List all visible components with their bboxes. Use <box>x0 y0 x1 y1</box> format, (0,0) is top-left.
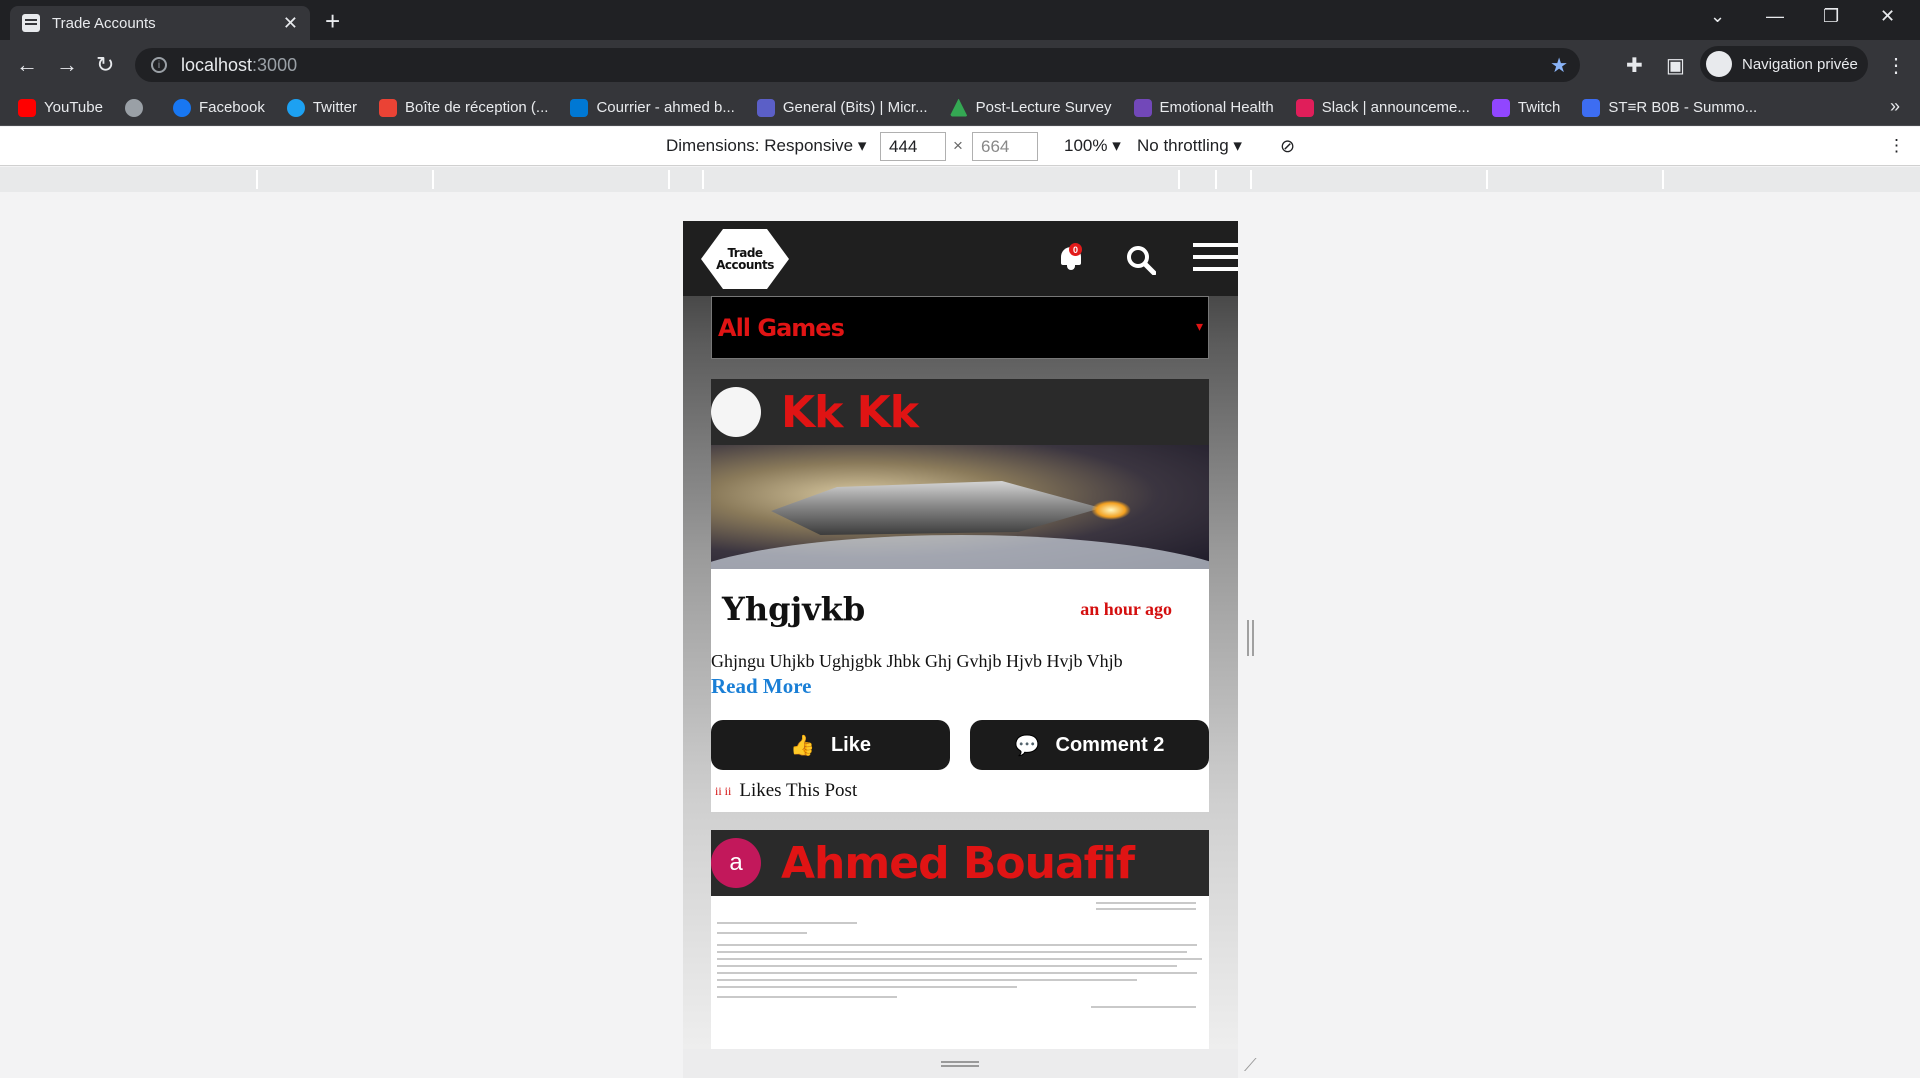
comment-bubble-icon: 💬 <box>1014 734 1040 757</box>
post-author[interactable]: Ahmed Bouafif <box>781 838 1135 889</box>
site-info-icon[interactable]: i <box>151 57 167 73</box>
post-header: Kk Kk <box>711 379 1209 445</box>
side-panel-icon[interactable]: ▣ <box>1666 53 1685 78</box>
times-separator: × <box>953 136 963 155</box>
zoom-dropdown[interactable]: 100% ▾ <box>1064 136 1121 156</box>
incognito-profile-button[interactable]: Navigation privée <box>1700 46 1868 82</box>
post-card: a Ahmed Bouafif <box>711 830 1209 1049</box>
post-image[interactable] <box>711 445 1209 569</box>
height-input[interactable]: 664 <box>972 132 1038 161</box>
browser-menu-icon[interactable]: ⋮ <box>1886 53 1906 78</box>
gmail-icon <box>379 98 398 117</box>
back-button[interactable]: ← <box>16 52 38 78</box>
rotate-icon[interactable]: ⊘ <box>1280 136 1295 157</box>
browser-toolbar: ← → ↻ i localhost:3000 ★ ✚ ▣ Navigation … <box>0 40 1920 90</box>
incognito-icon <box>1706 51 1732 77</box>
game-filter-select[interactable]: All Games ▾ <box>711 296 1209 359</box>
bookmark-teams[interactable]: General (Bits) | Micr... <box>756 98 928 117</box>
forms-icon <box>1133 98 1152 117</box>
url-host: localhost <box>181 54 253 75</box>
bookmark-sterbob[interactable]: ST≡R B0B - Summo... <box>1582 98 1757 117</box>
youtube-icon <box>18 98 36 117</box>
bookmark-twitch[interactable]: Twitch <box>1491 98 1560 117</box>
author-avatar[interactable] <box>711 387 761 437</box>
author-avatar[interactable]: a <box>711 838 761 888</box>
likers-names[interactable]: ii ii <box>715 784 731 799</box>
globe-icon <box>124 98 143 117</box>
profile-label: Navigation privée <box>1742 55 1858 73</box>
bookmark-star-icon[interactable]: ★ <box>1550 53 1568 78</box>
new-tab-button[interactable]: + <box>325 6 340 37</box>
bookmark-twitter[interactable]: Twitter <box>286 98 357 117</box>
throttling-dropdown[interactable]: No throttling ▾ <box>1137 136 1242 156</box>
bookmark-gmail[interactable]: Boîte de réception (... <box>379 98 548 117</box>
chevron-down-icon: ▾ <box>1195 319 1203 335</box>
minimize-button[interactable]: — <box>1766 6 1784 27</box>
more-bookmarks-icon[interactable]: » <box>1890 96 1900 117</box>
bookmark-drive[interactable]: Post-Lecture Survey <box>949 98 1112 117</box>
twitch-icon <box>1491 98 1510 117</box>
bookmark-slack[interactable]: Slack | announceme... <box>1295 98 1470 117</box>
post-timestamp: an hour ago <box>1080 598 1172 619</box>
tab-trade-accounts[interactable]: Trade Accounts ✕ <box>10 6 310 40</box>
post-card: Kk Kk Yhgjvkb an hour ago Ghjngu Uhjkb U… <box>711 379 1209 812</box>
slack-icon <box>1295 98 1314 117</box>
viewport-resize-handle-right[interactable] <box>1247 620 1254 656</box>
restore-button[interactable]: ❐ <box>1823 6 1839 27</box>
app-header: Trade Accounts 0 <box>683 221 1238 296</box>
post-image[interactable] <box>711 896 1209 1018</box>
browser-tab-strip: Trade Accounts ✕ + ⌄ — ❐ ✕ <box>0 0 1920 40</box>
trade-accounts-logo[interactable]: Trade Accounts <box>701 229 789 289</box>
comment-button[interactable]: 💬 Comment 2 <box>970 720 1209 770</box>
close-tab-icon[interactable]: ✕ <box>283 13 298 34</box>
post-title[interactable]: Yhgjvkb <box>722 590 1080 628</box>
reload-button[interactable]: ↻ <box>96 52 114 78</box>
address-bar[interactable]: i localhost:3000 ★ <box>135 48 1580 82</box>
channel-icon <box>1582 98 1601 117</box>
notification-count-badge: 0 <box>1069 243 1082 256</box>
google-drive-icon <box>949 98 968 117</box>
bookmarks-bar: YouTube Facebook Twitter Boîte de récept… <box>0 90 1920 126</box>
dimensions-dropdown[interactable]: Dimensions: Responsive ▾ <box>666 136 866 156</box>
viewport-resize-corner-icon[interactable]: ⟋ <box>1244 1055 1257 1076</box>
bookmark-facebook[interactable]: Facebook <box>172 98 265 117</box>
teams-icon <box>756 98 775 117</box>
close-window-button[interactable]: ✕ <box>1880 6 1895 27</box>
hamburger-menu-icon[interactable] <box>1193 243 1238 273</box>
device-toolbar-menu-icon[interactable]: ⋮ <box>1888 136 1905 156</box>
bookmark-globe[interactable] <box>124 98 151 117</box>
viewport-resize-handle-bottom[interactable] <box>683 1049 1238 1078</box>
width-input[interactable]: 444 <box>880 132 946 161</box>
outlook-icon <box>570 98 589 117</box>
post-header: a Ahmed Bouafif <box>711 830 1209 896</box>
url-port: :3000 <box>252 54 298 75</box>
spaceship-image <box>771 481 1101 535</box>
extensions-icon[interactable]: ✚ <box>1626 53 1643 78</box>
emulated-viewport: Trade Accounts 0 All Games ▾ Kk Kk Yhgjv… <box>683 221 1238 1049</box>
bookmark-youtube[interactable]: YouTube <box>18 98 103 117</box>
twitter-icon <box>286 98 305 117</box>
forward-button[interactable]: → <box>56 52 78 78</box>
thumbs-up-icon: 👍 <box>790 734 815 757</box>
search-icon[interactable] <box>1126 245 1156 275</box>
page-favicon-icon <box>22 14 40 32</box>
read-more-link[interactable]: Read More <box>711 674 812 698</box>
likes-summary: ii ii Likes This Post <box>715 780 858 801</box>
bookmark-emotional-health[interactable]: Emotional Health <box>1133 98 1274 117</box>
media-query-ruler[interactable] <box>0 167 1920 192</box>
bookmark-outlook[interactable]: Courrier - ahmed b... <box>570 98 735 117</box>
device-toolbar: Dimensions: Responsive ▾ 444 × 664 100% … <box>0 127 1920 166</box>
facebook-icon <box>172 98 191 117</box>
post-author[interactable]: Kk Kk <box>781 387 919 438</box>
post-body: Ghjngu Uhjkb Ughjgbk Jhbk Ghj Gvhjb Hjvb… <box>711 651 1123 698</box>
tab-search-icon[interactable]: ⌄ <box>1710 6 1725 27</box>
tab-title: Trade Accounts <box>52 14 156 32</box>
like-button[interactable]: 👍 Like <box>711 720 950 770</box>
notifications-bell-icon[interactable]: 0 <box>1059 243 1083 271</box>
